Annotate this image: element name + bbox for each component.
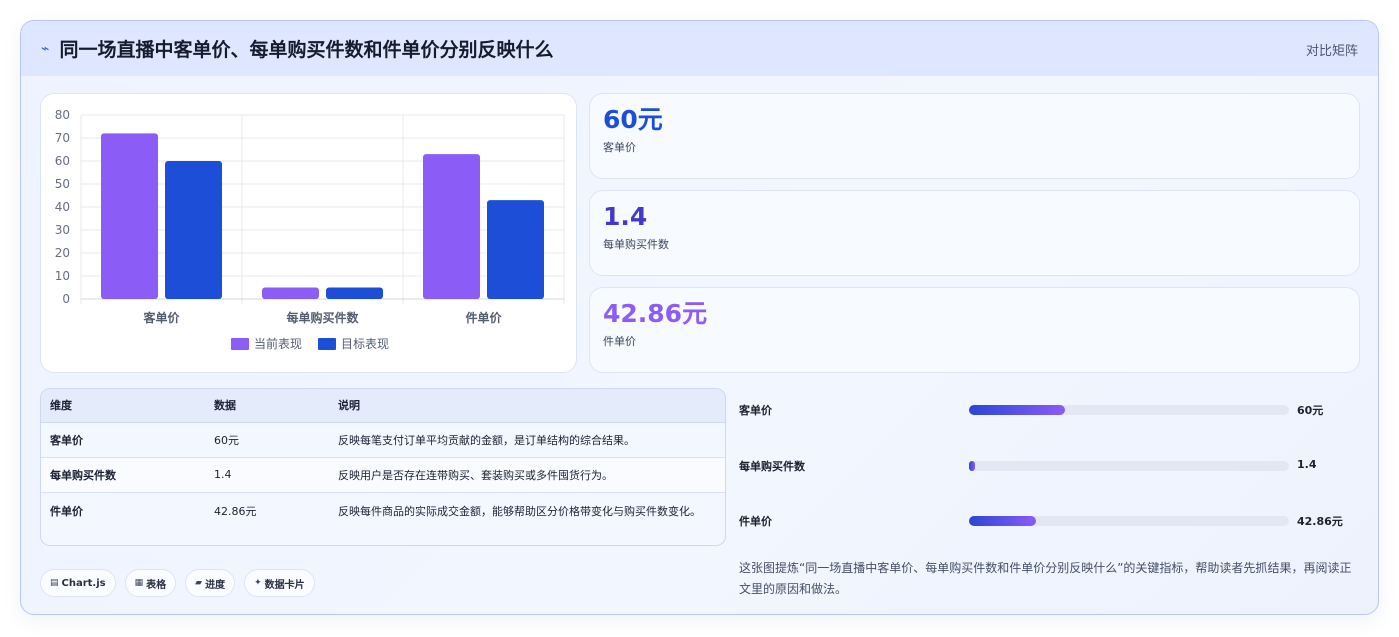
bar-current	[101, 133, 158, 299]
chip-label: Chart.js	[61, 577, 106, 589]
bar-current	[262, 287, 319, 299]
legend-swatch	[231, 338, 249, 350]
y-tick-label: 10	[55, 269, 70, 283]
feature-chips: ▤ Chart.js ▦ 表格 ▰ 进度 ✦ 数据卡片	[40, 569, 315, 597]
metrics-table: 维度 数据 说明 客单价 60元 反映每笔支付订单平均贡献的金额，是订单结构的综…	[41, 389, 725, 545]
summary-text: 这张图提炼“同一场直播中客单价、每单购买件数和件单价分别反映什么”的关键指标，帮…	[739, 561, 1352, 596]
x-tick-label: 每单购买件数	[286, 310, 359, 325]
y-tick-label: 20	[55, 246, 70, 260]
table-cell: 1.4	[205, 457, 329, 493]
stat-label: 件单价	[603, 335, 636, 348]
chip-label: 进度	[205, 579, 226, 591]
y-tick-label: 30	[55, 223, 70, 237]
y-tick-label: 50	[55, 177, 70, 191]
bar-current	[423, 154, 480, 299]
progress-track	[969, 461, 1289, 471]
y-tick-label: 70	[55, 131, 70, 145]
progress-fill	[969, 516, 1037, 526]
table-cell: 42.86元	[214, 504, 257, 518]
legend-swatch	[318, 338, 336, 350]
bar-target	[165, 161, 222, 299]
x-tick-label: 客单价	[142, 310, 180, 325]
y-tick-label: 0	[62, 292, 70, 306]
table-cell: 反映用户是否存在连带购买、套装购买或多件囤货行为。	[329, 457, 725, 493]
progress-row: 客单价 60元	[739, 399, 1359, 419]
chip-label: 表格	[146, 579, 167, 591]
table-cell: 60元	[205, 422, 329, 458]
bar-target	[326, 287, 383, 299]
chip-label: 数据卡片	[264, 579, 305, 591]
progress-label: 每单购买件数	[739, 460, 805, 473]
progress-icon: ▰	[195, 578, 203, 588]
y-tick-label: 80	[55, 108, 70, 122]
progress-value: 42.86元	[1297, 515, 1343, 528]
stat-card-avg-order: 60元 客单价	[589, 93, 1360, 179]
chart-icon: ▤	[50, 578, 59, 588]
chip-chartjs[interactable]: ▤ Chart.js	[40, 569, 116, 597]
chip-table[interactable]: ▦ 表格	[124, 569, 177, 597]
panel-title: 同一场直播中客单价、每单购买件数和件单价分别反映什么	[59, 39, 554, 61]
pulse-icon: ⌁	[41, 40, 50, 57]
table-row: 客单价 60元 反映每笔支付订单平均贡献的金额，是订单结构的综合结果。	[41, 422, 725, 458]
bar-target	[487, 200, 544, 299]
progress-row: 件单价 42.86元	[739, 510, 1359, 530]
x-tick-label: 件单价	[465, 310, 502, 325]
table-cell: 每单购买件数	[41, 457, 205, 493]
legend-label: 当前表现	[254, 336, 302, 351]
table-header: 说明	[329, 389, 725, 423]
stat-value: 42.86元	[603, 299, 708, 328]
table-header: 维度	[41, 389, 205, 423]
table-header-row: 维度 数据 说明	[41, 389, 725, 423]
y-tick-label: 40	[55, 200, 70, 214]
comparison-panel: ⌁ 同一场直播中客单价、每单购买件数和件单价分别反映什么 对比矩阵 0 10 20 3…	[20, 20, 1379, 615]
metrics-table-card: 维度 数据 说明 客单价 60元 反映每笔支付订单平均贡献的金额，是订单结构的综…	[40, 388, 726, 546]
stat-value: 1.4	[603, 202, 648, 231]
stat-label: 每单购买件数	[603, 238, 669, 251]
progress-fill	[969, 405, 1065, 415]
progress-value: 60元	[1297, 404, 1324, 417]
progress-fill	[969, 461, 976, 471]
table-cell: 件单价	[50, 504, 83, 518]
bar-chart-card: 0 10 20 30 40 50 60 70 80 客单价 每单购买件数 件单价当前表现 目标表现	[40, 93, 577, 373]
stat-value: 60元	[603, 105, 663, 134]
sparkle-icon: ✦	[254, 578, 262, 588]
table-cell: 反映每笔支付订单平均贡献的金额，是订单结构的综合结果。	[329, 422, 725, 458]
table-cell: 反映每件商品的实际成交金额，能够帮助区分价格带变化与购买件数变化。	[338, 504, 701, 518]
y-tick-label: 60	[55, 154, 70, 168]
panel-tag: 对比矩阵	[1305, 44, 1358, 59]
bar-chart: 0 10 20 30 40 50 60 70 80 客单价 每单购买件数 件单价当前表现 目标表现	[55, 108, 565, 351]
chip-progress[interactable]: ▰ 进度	[185, 569, 236, 597]
progress-row: 每单购买件数 1.4	[739, 455, 1359, 475]
table-icon: ▦	[134, 578, 144, 588]
table-cell: 客单价	[41, 422, 205, 458]
progress-value: 1.4	[1297, 458, 1317, 471]
legend-label: 目标表现	[341, 337, 389, 351]
progress-track	[969, 516, 1289, 526]
stat-label: 客单价	[603, 141, 636, 154]
panel-header: ⌁ 同一场直播中客单价、每单购买件数和件单价分别反映什么 对比矩阵	[21, 21, 1378, 76]
table-row: 每单购买件数 1.4 反映用户是否存在连带购买、套装购买或多件囤货行为。	[41, 457, 725, 493]
progress-track	[969, 405, 1289, 415]
stat-card-items-per-order: 1.4 每单购买件数	[589, 190, 1360, 276]
stat-card-unit-price: 42.86元 件单价	[589, 287, 1360, 373]
chip-data-cards[interactable]: ✦ 数据卡片	[244, 569, 315, 597]
table-header: 数据	[205, 389, 329, 423]
table-row: 件单价 42.86元 反映每件商品的实际成交金额，能够帮助区分价格带变化与购买件…	[41, 492, 725, 545]
progress-label: 件单价	[739, 515, 772, 528]
progress-label: 客单价	[739, 404, 772, 417]
